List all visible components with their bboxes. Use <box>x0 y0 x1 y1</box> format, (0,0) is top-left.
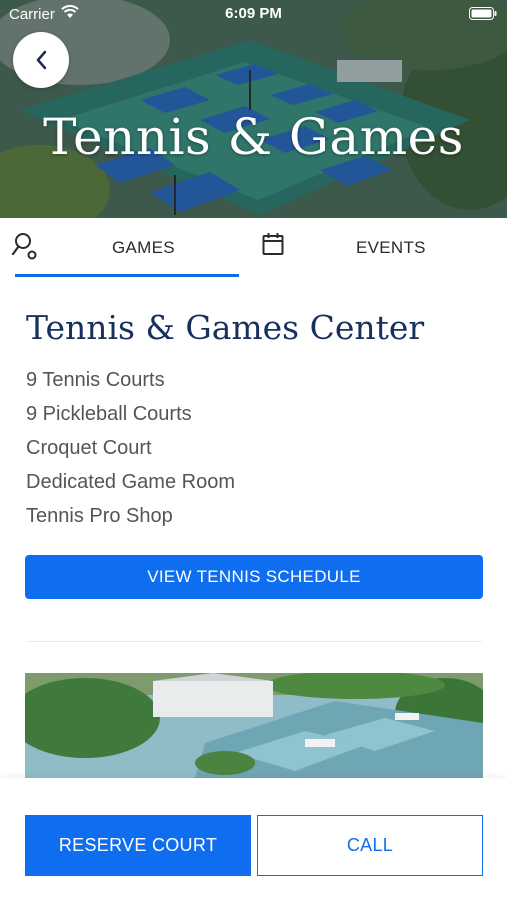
list-item: 9 Tennis Courts <box>26 369 165 391</box>
tab-events[interactable]: EVENTS <box>246 218 507 278</box>
section-title: Tennis & Games Center <box>26 308 425 347</box>
battery-icon <box>469 7 497 20</box>
racquet-icon <box>11 233 37 260</box>
list-item: 9 Pickleball Courts <box>26 403 192 425</box>
hero-banner: Carrier 6:09 PM Tennis & Games <box>0 0 507 218</box>
tab-games-label: GAMES <box>112 238 175 257</box>
status-time: 6:09 PM <box>225 5 282 22</box>
tab-bar: GAMES EVENTS <box>0 218 507 278</box>
tab-events-label: EVENTS <box>356 238 426 257</box>
list-item: Croquet Court <box>26 437 152 459</box>
view-tennis-schedule-button[interactable]: VIEW TENNIS SCHEDULE <box>25 555 483 599</box>
back-button[interactable] <box>13 32 69 88</box>
reserve-court-button[interactable]: RESERVE COURT <box>25 815 251 876</box>
status-bar: Carrier 6:09 PM <box>0 0 507 28</box>
tab-games[interactable]: GAMES <box>0 218 240 278</box>
amenities-list: 9 Tennis Courts 9 Pickleball Courts Croq… <box>26 368 235 538</box>
page-title: Tennis & Games <box>43 108 464 166</box>
aerial-photo <box>25 673 483 778</box>
calendar-icon <box>262 233 284 255</box>
chevron-left-icon <box>36 50 47 70</box>
list-item: Dedicated Game Room <box>26 471 235 493</box>
divider <box>26 641 482 642</box>
call-button[interactable]: CALL <box>257 815 483 876</box>
footer-action-bar: RESERVE COURT CALL <box>0 778 507 900</box>
list-item: Tennis Pro Shop <box>26 505 173 527</box>
active-tab-indicator <box>15 274 239 277</box>
